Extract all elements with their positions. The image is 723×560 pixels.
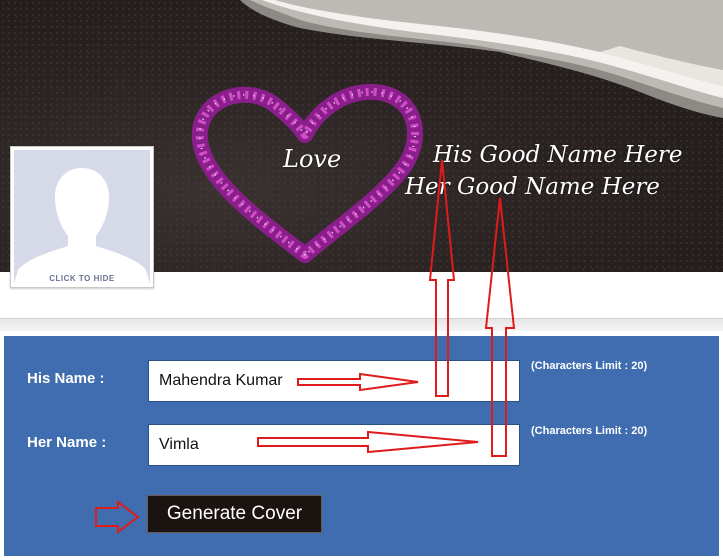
silhouette-avatar-icon (14, 168, 150, 284)
her-char-limit: (Characters Limit : 20) (531, 425, 648, 437)
his-name-label: His Name : (27, 370, 105, 387)
her-name-preview: Her Good Name Here (405, 174, 660, 200)
his-name-preview: His Good Name Here (433, 142, 683, 168)
his-name-input[interactable] (148, 360, 520, 402)
love-text: Love (283, 145, 342, 173)
her-name-label: Her Name : (27, 434, 107, 451)
profile-picture[interactable]: CLICK TO HIDE (10, 146, 154, 288)
avatar (14, 150, 150, 284)
his-char-limit: (Characters Limit : 20) (531, 360, 648, 372)
click-to-hide-caption: CLICK TO HIDE (49, 274, 115, 283)
generate-cover-button[interactable]: Generate Cover (147, 495, 322, 533)
name-form-panel: His Name : (Characters Limit : 20) Her N… (4, 336, 719, 556)
cover-divider (0, 318, 723, 331)
her-name-input[interactable] (148, 424, 520, 466)
